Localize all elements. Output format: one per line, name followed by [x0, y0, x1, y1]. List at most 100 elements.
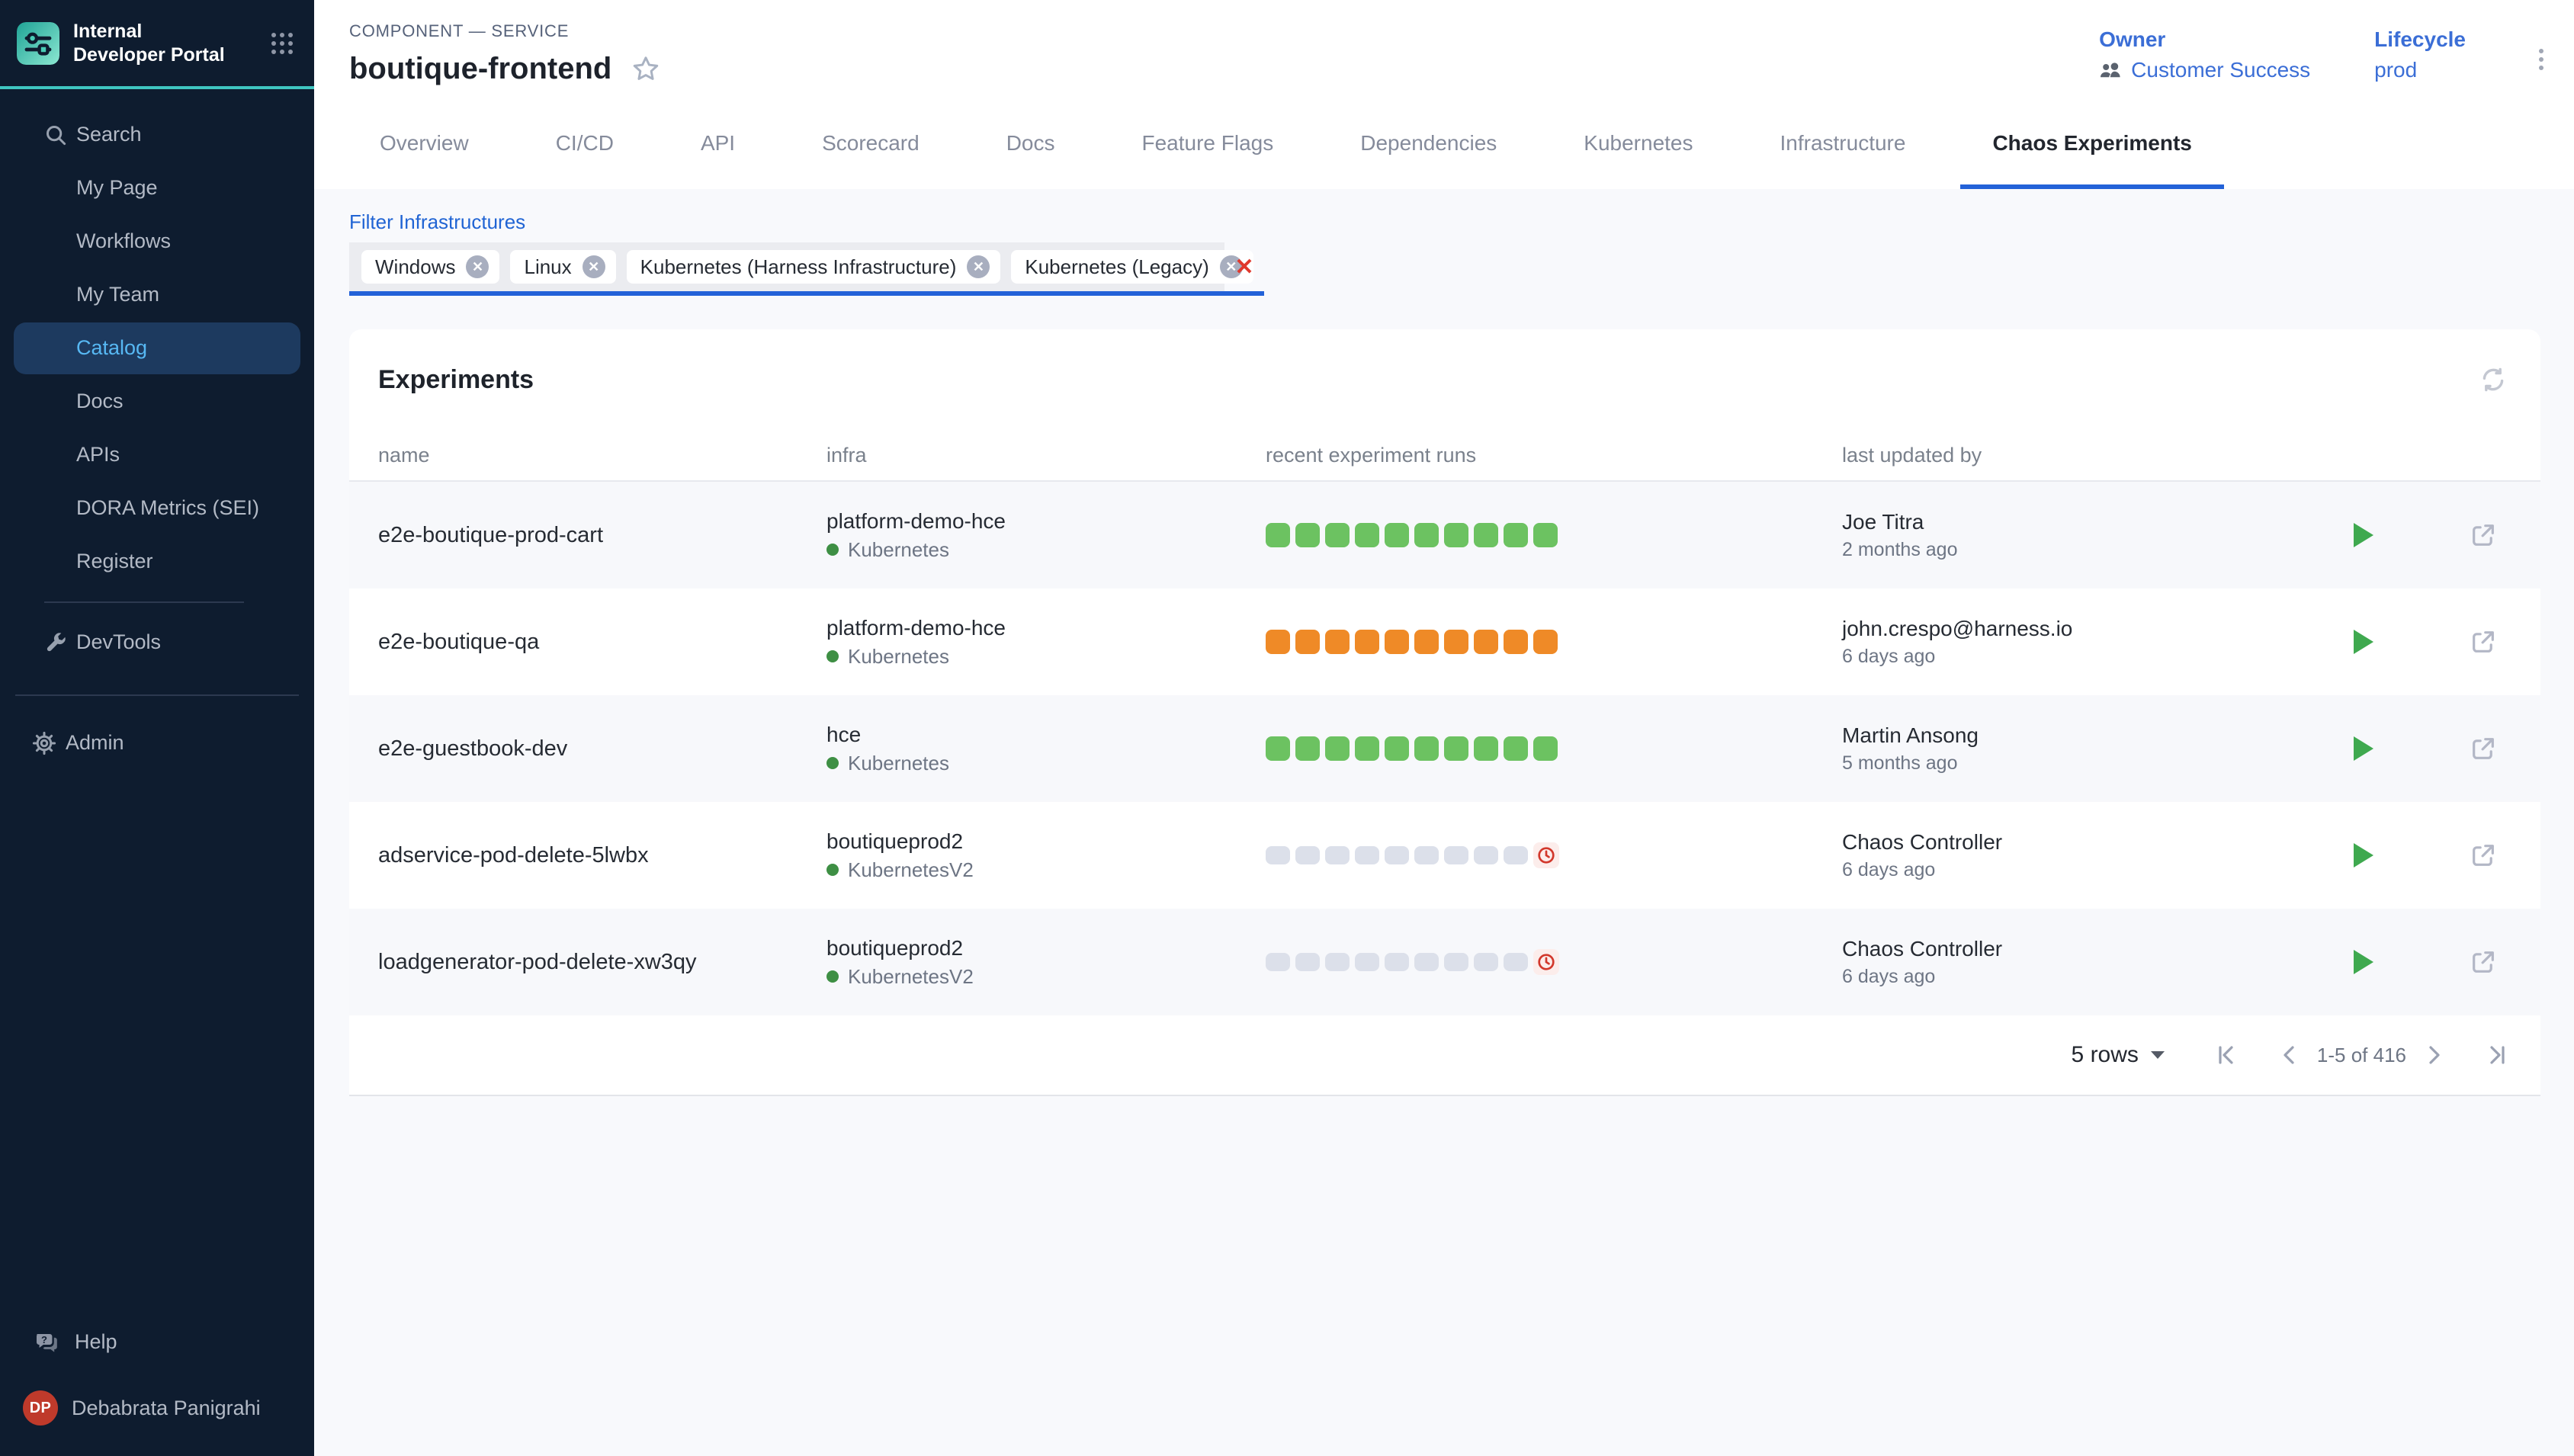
run-idle-square	[1385, 953, 1409, 971]
run-pending-clock	[1533, 842, 1559, 868]
open-experiment-button[interactable]	[2425, 522, 2540, 548]
logo-row: Internal Developer Portal	[0, 0, 314, 86]
recent-runs-indicator	[1266, 630, 1842, 654]
run-success-square	[1444, 736, 1468, 761]
table-row[interactable]: e2e-boutique-qa platform-demo-hce Kubern…	[349, 588, 2540, 695]
next-page-button[interactable]	[2412, 1034, 2455, 1076]
tab-infrastructure[interactable]: Infrastructure	[1780, 98, 1906, 189]
first-page-button[interactable]	[2204, 1034, 2247, 1076]
content-area: Filter Infrastructures Windows ✕ Linux ✕…	[314, 189, 2574, 1456]
remove-chip-icon[interactable]: ✕	[967, 255, 990, 278]
run-success-square	[1533, 736, 1558, 761]
sidebar-item-dora-metrics-sei-[interactable]: DORA Metrics (SEI)	[14, 483, 300, 534]
filter-infrastructures-link[interactable]: Filter Infrastructures	[349, 210, 525, 234]
table-row[interactable]: adservice-pod-delete-5lwbx boutiqueprod2…	[349, 802, 2540, 909]
run-experiment-button[interactable]	[2303, 736, 2425, 761]
status-dot	[826, 864, 839, 876]
run-experiment-button[interactable]	[2303, 630, 2425, 654]
run-failed-square	[1533, 630, 1558, 654]
sidebar-item-register[interactable]: Register	[14, 536, 300, 588]
owner-link[interactable]: Customer Success	[2099, 58, 2310, 82]
help-button[interactable]: ? Help	[0, 1317, 314, 1366]
lifecycle-block: Lifecycle prod	[2374, 27, 2466, 82]
remove-chip-icon[interactable]: ✕	[466, 255, 489, 278]
remove-chip-icon[interactable]: ✕	[583, 255, 605, 278]
open-in-new-icon	[2470, 736, 2496, 762]
tab-feature-flags[interactable]: Feature Flags	[1142, 98, 1274, 189]
rows-per-page-select[interactable]: 5 rows	[2072, 1042, 2165, 1068]
run-experiment-button[interactable]	[2303, 950, 2425, 974]
owner-label: Owner	[2099, 27, 2310, 52]
run-idle-square	[1444, 846, 1468, 864]
sidebar-item-apis[interactable]: APIs	[14, 429, 300, 481]
sidebar-item-docs[interactable]: Docs	[14, 376, 300, 428]
tab-scorecard[interactable]: Scorecard	[822, 98, 920, 189]
run-idle-square	[1414, 846, 1439, 864]
owner-block: Owner Customer Success	[2099, 27, 2310, 82]
timeout-clock-icon	[1537, 846, 1555, 864]
table-body: e2e-boutique-prod-cart platform-demo-hce…	[349, 482, 2540, 1015]
table-header: name infra recent experiment runs last u…	[349, 430, 2540, 482]
sidebar-item-workflows[interactable]: Workflows	[14, 216, 300, 268]
table-row[interactable]: loadgenerator-pod-delete-xw3qy boutiquep…	[349, 909, 2540, 1015]
sidebar-item-search[interactable]: Search	[14, 109, 300, 161]
run-experiment-button[interactable]	[2303, 843, 2425, 868]
filter-chip[interactable]: Kubernetes (Harness Infrastructure) ✕	[627, 250, 1001, 284]
user-menu[interactable]: DP Debabrata Panigrahi	[0, 1366, 314, 1435]
table-row[interactable]: e2e-guestbook-dev hce Kubernetes Martin …	[349, 695, 2540, 802]
kebab-menu-icon[interactable]	[2530, 40, 2553, 79]
open-in-new-icon	[2470, 949, 2496, 975]
main-area: COMPONENT — SERVICE boutique-frontend Ow…	[314, 0, 2574, 1456]
page-title: boutique-frontend	[349, 52, 611, 86]
open-experiment-button[interactable]	[2425, 629, 2540, 655]
filter-chips-input[interactable]: Windows ✕ Linux ✕ Kubernetes (Harness In…	[349, 242, 1224, 291]
open-experiment-button[interactable]	[2425, 736, 2540, 762]
status-dot	[826, 757, 839, 769]
prev-page-button[interactable]	[2268, 1034, 2311, 1076]
tab-ci-cd[interactable]: CI/CD	[556, 98, 614, 189]
apps-grid-icon[interactable]	[268, 30, 296, 57]
help-label: Help	[75, 1330, 117, 1354]
sidebar-item-my-page[interactable]: My Page	[14, 162, 300, 214]
table-row[interactable]: e2e-boutique-prod-cart platform-demo-hce…	[349, 482, 2540, 588]
updated-ago: 6 days ago	[1842, 646, 2303, 668]
tab-overview[interactable]: Overview	[380, 98, 469, 189]
run-experiment-button[interactable]	[2303, 523, 2425, 547]
breadcrumb: COMPONENT — SERVICE	[349, 21, 660, 41]
infra-name: platform-demo-hce	[826, 616, 1266, 640]
tab-chaos-experiments[interactable]: Chaos Experiments	[1992, 98, 2191, 189]
clear-filters-icon[interactable]: ✕	[1224, 242, 1264, 291]
sidebar-item-my-team[interactable]: My Team	[14, 269, 300, 321]
run-success-square	[1474, 523, 1498, 547]
page-header: COMPONENT — SERVICE boutique-frontend Ow…	[314, 0, 2574, 189]
run-idle-square	[1504, 846, 1528, 864]
entity-tabs: Overview CI/CD API Scorecard Docs Feature Fla…	[314, 98, 2574, 189]
sidebar-item-admin[interactable]: Admin	[14, 717, 300, 769]
tab-docs[interactable]: Docs	[1006, 98, 1055, 189]
sidebar-item-catalog[interactable]: Catalog	[14, 322, 300, 374]
infra-type: Kubernetes	[826, 538, 1266, 562]
experiments-title: Experiments	[378, 365, 534, 395]
last-page-button[interactable]	[2476, 1034, 2519, 1076]
run-idle-square	[1295, 953, 1320, 971]
open-experiment-button[interactable]	[2425, 949, 2540, 975]
run-success-square	[1355, 736, 1379, 761]
filter-chip[interactable]: Kubernetes (Legacy) ✕	[1011, 250, 1253, 284]
updated-ago: 2 months ago	[1842, 539, 2303, 561]
filter-chip[interactable]: Linux ✕	[510, 250, 615, 284]
run-idle-square	[1295, 846, 1320, 864]
recent-runs-indicator	[1266, 842, 1842, 868]
run-success-square	[1504, 523, 1528, 547]
refresh-icon[interactable]	[2473, 360, 2513, 399]
owner-value: Customer Success	[2131, 58, 2310, 82]
tab-api[interactable]: API	[701, 98, 735, 189]
open-experiment-button[interactable]	[2425, 842, 2540, 868]
favorite-star-icon[interactable]	[631, 55, 660, 84]
recent-runs-indicator	[1266, 736, 1842, 761]
status-dot	[826, 970, 839, 983]
filter-chip[interactable]: Windows ✕	[361, 250, 499, 284]
tab-dependencies[interactable]: Dependencies	[1360, 98, 1497, 189]
sidebar-item-devtools[interactable]: DevTools	[14, 617, 300, 669]
run-idle-square	[1504, 953, 1528, 971]
tab-kubernetes[interactable]: Kubernetes	[1584, 98, 1693, 189]
